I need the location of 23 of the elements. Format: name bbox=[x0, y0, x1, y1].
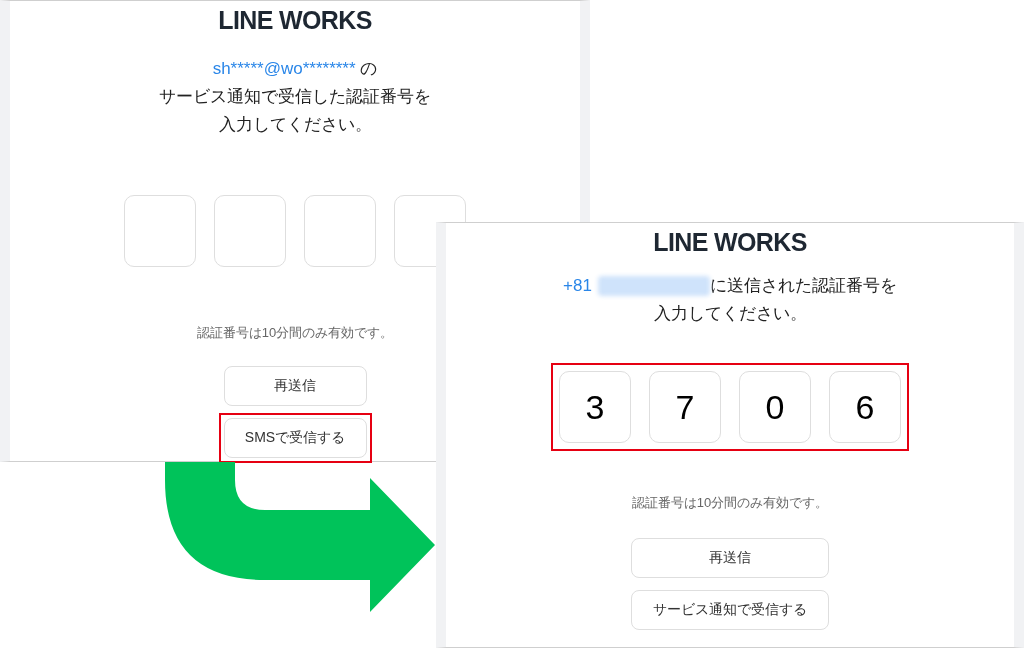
resend-button[interactable]: 再送信 bbox=[223, 365, 367, 406]
code-input-field[interactable] bbox=[124, 195, 196, 267]
logo-text: LINE WORKS bbox=[218, 5, 372, 36]
resend-button[interactable]: SMSで受信する bbox=[223, 417, 367, 458]
message-text: の bbox=[359, 58, 378, 80]
logo-text: LINE WORKS bbox=[653, 227, 807, 258]
code-input-field[interactable]: 3 bbox=[559, 371, 631, 443]
code-input-field[interactable] bbox=[214, 195, 286, 267]
code-input-field[interactable] bbox=[304, 195, 376, 267]
code-input-field[interactable]: 7 bbox=[649, 371, 721, 443]
message-text: 入力してください。 bbox=[653, 303, 807, 325]
message-text: に送信された認証番号を bbox=[709, 275, 897, 297]
message-text: 入力してください。 bbox=[218, 114, 372, 136]
resend-button[interactable]: サービス通知で受信する bbox=[631, 589, 829, 630]
curved-arrow-icon bbox=[165, 462, 436, 613]
code-input-field[interactable]: 0 bbox=[739, 371, 811, 443]
message-text: サービス通知で受信した認証番号を bbox=[159, 86, 431, 108]
hint-text: 認証番号は10分間のみ有効です。 bbox=[631, 494, 829, 512]
code-input-field[interactable]: 6 bbox=[829, 371, 901, 443]
recipient-address: sh*****@wo******** bbox=[212, 58, 356, 80]
hint-text: 認証番号は10分間のみ有効です。 bbox=[196, 324, 394, 342]
recipient-address: +81 bbox=[563, 275, 592, 297]
resend-button[interactable]: 再送信 bbox=[631, 537, 829, 578]
